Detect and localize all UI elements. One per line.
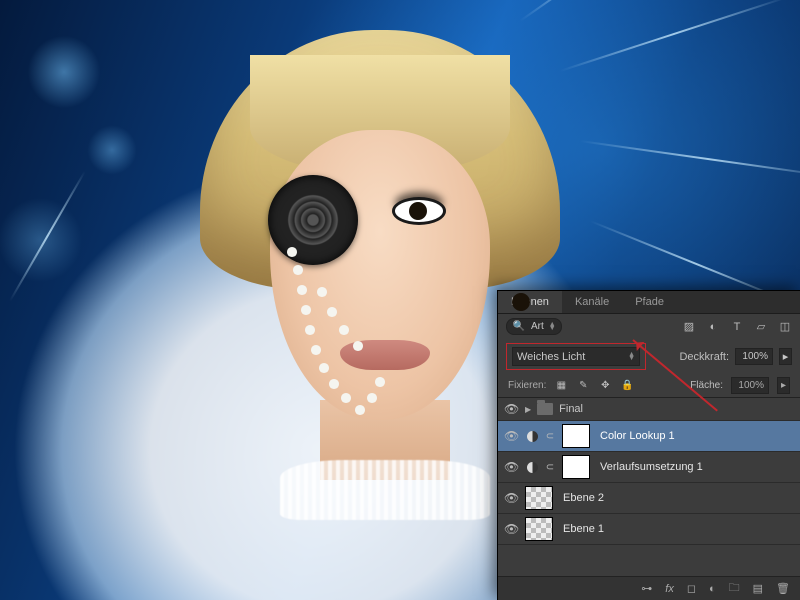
layers-panel: Ebenen Kanäle Pfade 🔍 Art ▲▼ ▨ ◐ T ▱ ◫ W… — [497, 290, 800, 600]
light-streak — [560, 0, 789, 72]
new-layer-icon[interactable]: ▤ — [753, 582, 763, 595]
tab-channels[interactable]: Kanäle — [562, 291, 622, 313]
blend-opacity-row: Weiches Licht ▲▼ Deckkraft: 100% ▸ — [498, 339, 800, 374]
artwork-lace — [280, 460, 490, 520]
layer-name[interactable]: Ebene 1 — [563, 523, 604, 535]
lock-image-icon[interactable]: ✎ — [576, 379, 590, 393]
lock-label: Fixieren: — [508, 380, 546, 391]
group-name[interactable]: Final — [559, 403, 583, 415]
opacity-label: Deckkraft: — [679, 351, 729, 363]
filter-pixel-icon[interactable]: ▨ — [682, 320, 696, 334]
panel-tabs: Ebenen Kanäle Pfade — [498, 291, 800, 314]
mask-link-icon[interactable]: ⊂ — [544, 462, 556, 473]
filter-adjust-icon[interactable]: ◐ — [706, 320, 720, 334]
layer-mask-thumbnail[interactable] — [562, 424, 590, 448]
fill-label: Fläche: — [690, 380, 723, 391]
layer-name[interactable]: Ebene 2 — [563, 492, 604, 504]
chevron-updown-icon: ▲▼ — [549, 323, 556, 331]
layer-list: 👁 ▶ Final 👁 ⊂ Color Lookup 1 👁 ⊂ Verlauf… — [498, 397, 800, 545]
artwork-face — [270, 130, 490, 420]
artwork-lips — [340, 340, 430, 370]
link-layers-icon[interactable]: ⊶ — [641, 582, 652, 595]
filter-row: 🔍 Art ▲▼ ▨ ◐ T ▱ ◫ — [498, 314, 800, 339]
mask-link-icon[interactable]: ⊂ — [544, 431, 556, 442]
new-group-icon[interactable]: 🗀 — [729, 579, 740, 598]
layer-thumbnail[interactable] — [525, 517, 553, 541]
layer-row[interactable]: 👁 ⊂ Color Lookup 1 — [498, 421, 800, 452]
adjustment-layer-icon — [527, 462, 538, 473]
light-streak — [9, 171, 86, 302]
tab-paths[interactable]: Pfade — [622, 291, 677, 313]
layer-row[interactable]: 👁 Ebene 2 — [498, 483, 800, 514]
visibility-toggle[interactable]: 👁 — [504, 491, 519, 505]
layer-filter-dropdown[interactable]: 🔍 Art ▲▼ — [506, 318, 562, 335]
visibility-toggle[interactable]: 👁 — [504, 402, 519, 416]
layer-name[interactable]: Color Lookup 1 — [600, 430, 675, 442]
visibility-toggle[interactable]: 👁 — [504, 522, 519, 536]
add-mask-icon[interactable]: ◻ — [687, 582, 696, 595]
adjustment-layer-icon — [527, 431, 538, 442]
panel-bottom-bar: ⊶ fx ◻ ◐ 🗀 ▤ 🗑 — [498, 576, 800, 600]
visibility-toggle[interactable]: 👁 — [504, 429, 519, 443]
blend-mode-value: Weiches Licht — [517, 351, 585, 363]
light-streak — [580, 140, 800, 178]
opacity-input[interactable]: 100% — [735, 348, 773, 365]
layer-name[interactable]: Verlaufsumsetzung 1 — [600, 461, 703, 473]
fill-flyout-button[interactable]: ▸ — [777, 377, 790, 394]
blend-mode-dropdown[interactable]: Weiches Licht ▲▼ — [512, 347, 640, 366]
folder-icon — [537, 403, 553, 415]
blend-mode-highlight: Weiches Licht ▲▼ — [506, 343, 646, 370]
filter-type-icons: ▨ ◐ T ▱ ◫ — [682, 320, 792, 334]
filter-label: Art — [531, 321, 544, 332]
layer-mask-thumbnail[interactable] — [562, 455, 590, 479]
lock-position-icon[interactable]: ✥ — [598, 379, 612, 393]
search-icon: 🔍 — [512, 320, 526, 334]
chevron-updown-icon: ▲▼ — [628, 353, 635, 361]
layer-group[interactable]: 👁 ▶ Final — [498, 398, 800, 421]
lock-transparent-icon[interactable]: ▦ — [554, 379, 568, 393]
lock-all-icon[interactable]: 🔒 — [620, 379, 634, 393]
artwork-eye — [395, 200, 443, 222]
layer-row[interactable]: 👁 ⊂ Verlaufsumsetzung 1 — [498, 452, 800, 483]
light-streak — [519, 0, 684, 22]
filter-type-icon[interactable]: T — [730, 320, 744, 334]
artwork-eyepatch — [268, 175, 358, 265]
layer-row[interactable]: 👁 Ebene 1 — [498, 514, 800, 545]
layer-thumbnail[interactable] — [525, 486, 553, 510]
fx-icon[interactable]: fx — [665, 583, 674, 595]
filter-shape-icon[interactable]: ▱ — [754, 320, 768, 334]
filter-smart-icon[interactable]: ◫ — [778, 320, 792, 334]
visibility-toggle[interactable]: 👁 — [504, 460, 519, 474]
opacity-flyout-button[interactable]: ▸ — [779, 348, 792, 365]
fill-input[interactable]: 100% — [731, 377, 769, 394]
delete-layer-icon[interactable]: 🗑 — [776, 582, 790, 595]
new-adjustment-icon[interactable]: ◐ — [709, 583, 716, 595]
artwork-pearls — [290, 250, 294, 254]
lock-fill-row: Fixieren: ▦ ✎ ✥ 🔒 Fläche: 100% ▸ — [498, 374, 800, 397]
disclosure-triangle-icon[interactable]: ▶ — [525, 405, 531, 414]
